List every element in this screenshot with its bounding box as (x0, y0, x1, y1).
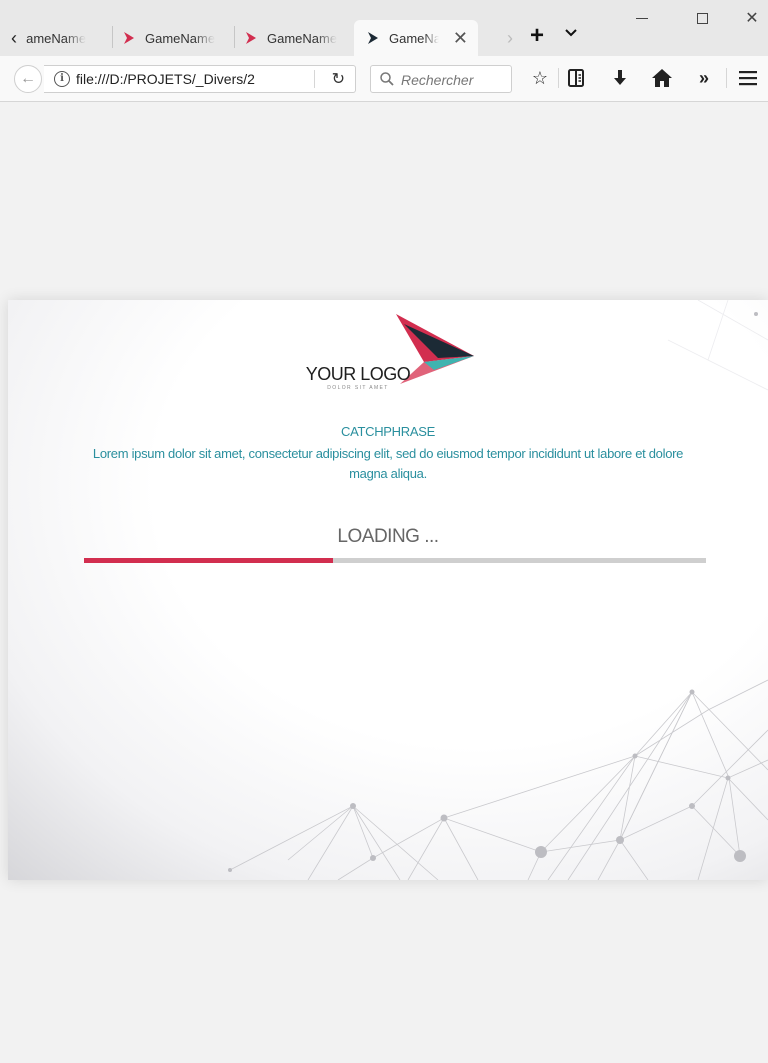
catchphrase: CATCHPHRASE (341, 424, 435, 439)
tab-gamename-3[interactable]: GameName (244, 20, 344, 56)
overflow-chevron-icon[interactable]: » (692, 66, 716, 90)
bookmark-star-icon[interactable]: ☆ (528, 66, 552, 90)
site-info-icon[interactable]: i (54, 71, 70, 87)
tab-bar: ‹ GameName GameName GameName GameName ✕ … (0, 0, 768, 56)
page-content: YOUR LOGO DOLOR SIT AMET CATCHPHRASE Lor… (0, 103, 768, 1063)
description-text: Lorem ipsum dolor sit amet, consectetur … (92, 446, 684, 481)
close-tab-icon[interactable]: ✕ (453, 28, 468, 49)
url-bar[interactable]: i file:///D:/PROJETS/_Divers/2 ↻ (44, 65, 356, 93)
toolbar-separator (726, 68, 727, 88)
tab-favicon-icon (368, 32, 378, 44)
tab-favicon-icon (246, 32, 256, 44)
tab-separator (234, 26, 235, 48)
reload-icon[interactable]: ↻ (332, 69, 345, 89)
loading-label: LOADING ... (337, 526, 439, 547)
tab-separator (112, 26, 113, 48)
progress-bar-fill (84, 558, 333, 563)
loading-screen: YOUR LOGO DOLOR SIT AMET CATCHPHRASE Lor… (8, 300, 768, 880)
progress-bar (84, 558, 706, 563)
toolbar-separator (558, 68, 559, 88)
logo-text: YOUR LOGO (305, 364, 411, 384)
back-arrow-icon[interactable]: ← (14, 65, 42, 93)
menu-hamburger-icon[interactable] (736, 66, 760, 90)
tab-gamename-1[interactable]: GameName (26, 20, 106, 56)
tab-gamename-2[interactable]: GameName (122, 20, 230, 56)
new-tab-icon[interactable]: + (530, 22, 544, 50)
tab-scroll-left-icon[interactable]: ‹ (4, 24, 24, 52)
tab-label: GameName (26, 30, 87, 46)
search-placeholder: Rechercher (401, 72, 474, 88)
home-icon[interactable] (650, 66, 674, 90)
tab-gamename-active[interactable]: GameName ✕ (354, 20, 478, 56)
search-icon (380, 72, 394, 86)
url-separator (314, 70, 315, 88)
maximize-icon[interactable] (682, 6, 722, 30)
tab-label: GameName (267, 30, 338, 46)
tab-list-chevron-down-icon[interactable] (564, 28, 578, 38)
url-text[interactable]: file:///D:/PROJETS/_Divers/2 (76, 71, 308, 87)
close-window-icon[interactable]: ✕ (732, 6, 768, 30)
search-bar[interactable]: Rechercher (370, 65, 512, 93)
download-icon[interactable] (608, 66, 632, 90)
reading-list-icon[interactable] (564, 66, 588, 90)
minimize-icon[interactable] (622, 6, 662, 30)
tab-label: GameName (145, 30, 216, 46)
tab-favicon-icon (124, 32, 134, 44)
tab-label: GameName (389, 30, 439, 46)
logo-subtext: DOLOR SIT AMET (327, 385, 389, 391)
tab-scroll-right-icon[interactable]: › (500, 24, 520, 52)
